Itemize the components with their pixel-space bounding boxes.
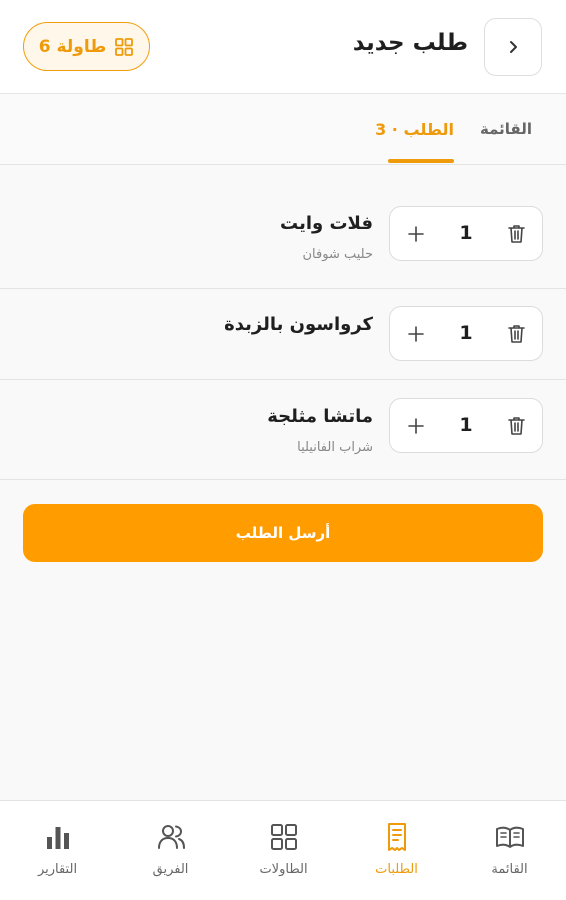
plus-icon[interactable]	[407, 225, 425, 243]
nav-label: القائمة	[491, 862, 528, 877]
bar-chart-icon	[46, 827, 69, 849]
nav-label: الطاولات	[259, 862, 308, 877]
page-title: طلب جديد	[352, 30, 468, 56]
order-item: كرواسون بالزبدة 1	[0, 289, 566, 380]
quantity-stepper: 1	[389, 398, 543, 453]
tab-active-indicator	[388, 159, 454, 163]
quantity-value: 1	[459, 414, 473, 436]
quantity-stepper: 1	[389, 306, 543, 361]
trash-icon[interactable]	[507, 224, 526, 244]
quantity-stepper: 1	[389, 206, 543, 261]
trash-icon[interactable]	[507, 416, 526, 436]
nav-label: التقارير	[37, 862, 78, 877]
nav-item-team[interactable]: الفريق	[114, 801, 227, 900]
nav-item-tables[interactable]: الطاولات	[227, 801, 340, 900]
item-name: كرواسون بالزبدة	[224, 314, 373, 335]
header: طلب جديد طاولة 6	[0, 0, 566, 94]
tab-bar: القائمة الطلب · 3	[0, 94, 566, 165]
submit-order-button[interactable]: أرسل الطلب	[23, 504, 543, 562]
quantity-value: 1	[459, 322, 473, 344]
plus-icon[interactable]	[407, 325, 425, 343]
nav-label: الفريق	[152, 862, 189, 877]
item-note: شراب الفانيليا	[297, 440, 373, 455]
app-root: طلب جديد طاولة 6 القائمة الطلب · 3 فلات …	[0, 0, 566, 900]
bottom-nav: القائمة الطلبات الطاولات الفريق التقارير	[0, 800, 566, 900]
users-icon	[157, 825, 185, 849]
item-name: ماتشا مثلجة	[267, 406, 373, 427]
order-item: فلات وايت حليب شوفان 1	[0, 166, 566, 289]
grid-icon	[115, 37, 134, 56]
quantity-value: 1	[459, 222, 473, 244]
book-icon	[495, 826, 524, 848]
item-name: فلات وايت	[280, 213, 373, 234]
nav-item-orders[interactable]: الطلبات	[340, 801, 453, 900]
table-badge[interactable]: طاولة 6	[23, 22, 150, 71]
table-badge-label: طاولة 6	[38, 36, 107, 57]
grid-icon	[270, 824, 297, 850]
nav-item-menu[interactable]: القائمة	[453, 801, 566, 900]
trash-icon[interactable]	[507, 324, 526, 344]
tab-menu[interactable]: القائمة	[480, 120, 532, 138]
back-button[interactable]	[484, 18, 542, 76]
nav-item-reports[interactable]: التقارير	[1, 801, 114, 900]
receipt-icon	[387, 823, 406, 851]
plus-icon[interactable]	[407, 417, 425, 435]
tab-order[interactable]: الطلب · 3	[375, 120, 454, 139]
nav-label: الطلبات	[375, 862, 418, 877]
order-item: ماتشا مثلجة شراب الفانيليا 1	[0, 380, 566, 480]
item-note: حليب شوفان	[302, 247, 374, 262]
chevron-right-icon	[510, 41, 517, 53]
